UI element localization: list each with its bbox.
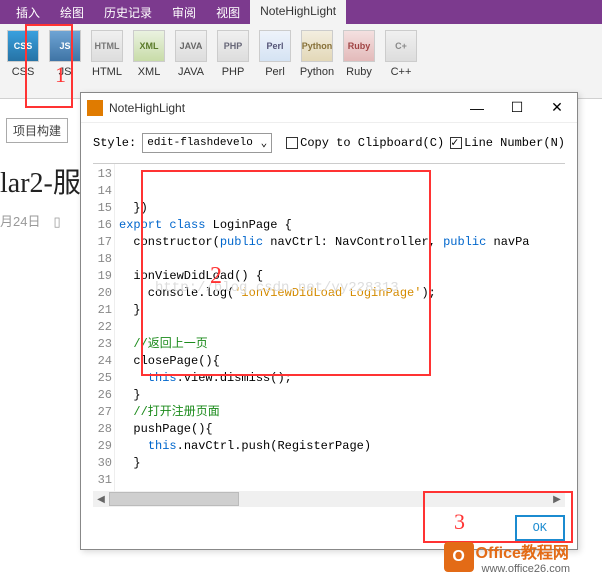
background-page: 项目构建 lar2-服 月24日 ▯ bbox=[0, 118, 81, 230]
tab-view[interactable]: 视图 bbox=[206, 0, 250, 24]
copy-clipboard-checkbox[interactable]: Copy to Clipboard(C) bbox=[286, 136, 444, 150]
style-dropdown[interactable]: edit-flashdevelo⌄ bbox=[142, 133, 272, 153]
css-icon: CSS bbox=[7, 30, 39, 62]
annotation-num-1: 1 bbox=[55, 62, 66, 88]
java-icon: JAVA bbox=[175, 30, 207, 62]
scroll-right-icon[interactable]: ▶ bbox=[549, 491, 565, 507]
xml-icon: XML bbox=[133, 30, 165, 62]
dialog-title: NoteHighLight bbox=[109, 101, 457, 115]
html-icon: HTML bbox=[91, 30, 123, 62]
tab-draw[interactable]: 绘图 bbox=[50, 0, 94, 24]
maximize-button[interactable]: ☐ bbox=[497, 94, 537, 122]
app-icon bbox=[87, 100, 103, 116]
close-button[interactable]: ✕ bbox=[537, 94, 577, 122]
checkbox-icon bbox=[450, 137, 462, 149]
python-icon: Python bbox=[301, 30, 333, 62]
notehighlight-dialog: NoteHighLight — ☐ ✕ Style: edit-flashdev… bbox=[80, 92, 578, 550]
minimize-button[interactable]: — bbox=[457, 94, 497, 122]
cpp-icon: C+ bbox=[385, 30, 417, 62]
tab-review[interactable]: 审阅 bbox=[162, 0, 206, 24]
btn-perl[interactable]: PerlPerl bbox=[256, 30, 294, 92]
ruby-icon: Ruby bbox=[343, 30, 375, 62]
ok-button[interactable]: OK bbox=[515, 515, 565, 541]
chevron-down-icon: ⌄ bbox=[261, 136, 268, 150]
dialog-footer: OK bbox=[81, 507, 577, 549]
checkbox-icon bbox=[286, 137, 298, 149]
ribbon-tabs: 插入 绘图 历史记录 审阅 视图 NoteHighLight bbox=[0, 0, 602, 24]
line-number-checkbox[interactable]: Line Number(N) bbox=[450, 136, 565, 150]
code-content[interactable]: http://blog.csdn.net/yy228313 }) export … bbox=[115, 164, 565, 491]
tab-insert[interactable]: 插入 bbox=[6, 0, 50, 24]
scroll-thumb[interactable] bbox=[109, 492, 239, 506]
horizontal-scrollbar[interactable]: ◀ ▶ bbox=[93, 491, 565, 507]
btn-cpp[interactable]: C+C++ bbox=[382, 30, 420, 92]
ribbon-content: CSSCSS JSJS HTMLHTML XMLXML JAVAJAVA PHP… bbox=[0, 24, 602, 99]
btn-html[interactable]: HTMLHTML bbox=[88, 30, 126, 92]
btn-python[interactable]: PythonPython bbox=[298, 30, 336, 92]
btn-xml[interactable]: XMLXML bbox=[130, 30, 168, 92]
btn-ruby[interactable]: RubyRuby bbox=[340, 30, 378, 92]
project-tab[interactable]: 项目构建 bbox=[6, 118, 68, 143]
scroll-left-icon[interactable]: ◀ bbox=[93, 491, 109, 507]
code-editor[interactable]: 13141516171819202122232425262728293031 h… bbox=[93, 163, 565, 491]
tab-history[interactable]: 历史记录 bbox=[94, 0, 162, 24]
dialog-toolbar: Style: edit-flashdevelo⌄ Copy to Clipboa… bbox=[81, 123, 577, 163]
js-icon: JS bbox=[49, 30, 81, 62]
tab-notehighlight[interactable]: NoteHighLight bbox=[250, 0, 346, 24]
perl-icon: Perl bbox=[259, 30, 291, 62]
btn-php[interactable]: PHPPHP bbox=[214, 30, 252, 92]
page-date: 月24日 ▯ bbox=[0, 211, 81, 230]
style-label: Style: bbox=[93, 136, 136, 150]
btn-java[interactable]: JAVAJAVA bbox=[172, 30, 210, 92]
btn-css[interactable]: CSSCSS bbox=[4, 30, 42, 92]
line-gutter: 13141516171819202122232425262728293031 bbox=[93, 164, 115, 491]
logo-url: www.office26.com bbox=[482, 563, 570, 575]
dialog-titlebar[interactable]: NoteHighLight — ☐ ✕ bbox=[81, 93, 577, 123]
php-icon: PHP bbox=[217, 30, 249, 62]
page-title: lar2-服 bbox=[0, 161, 81, 201]
